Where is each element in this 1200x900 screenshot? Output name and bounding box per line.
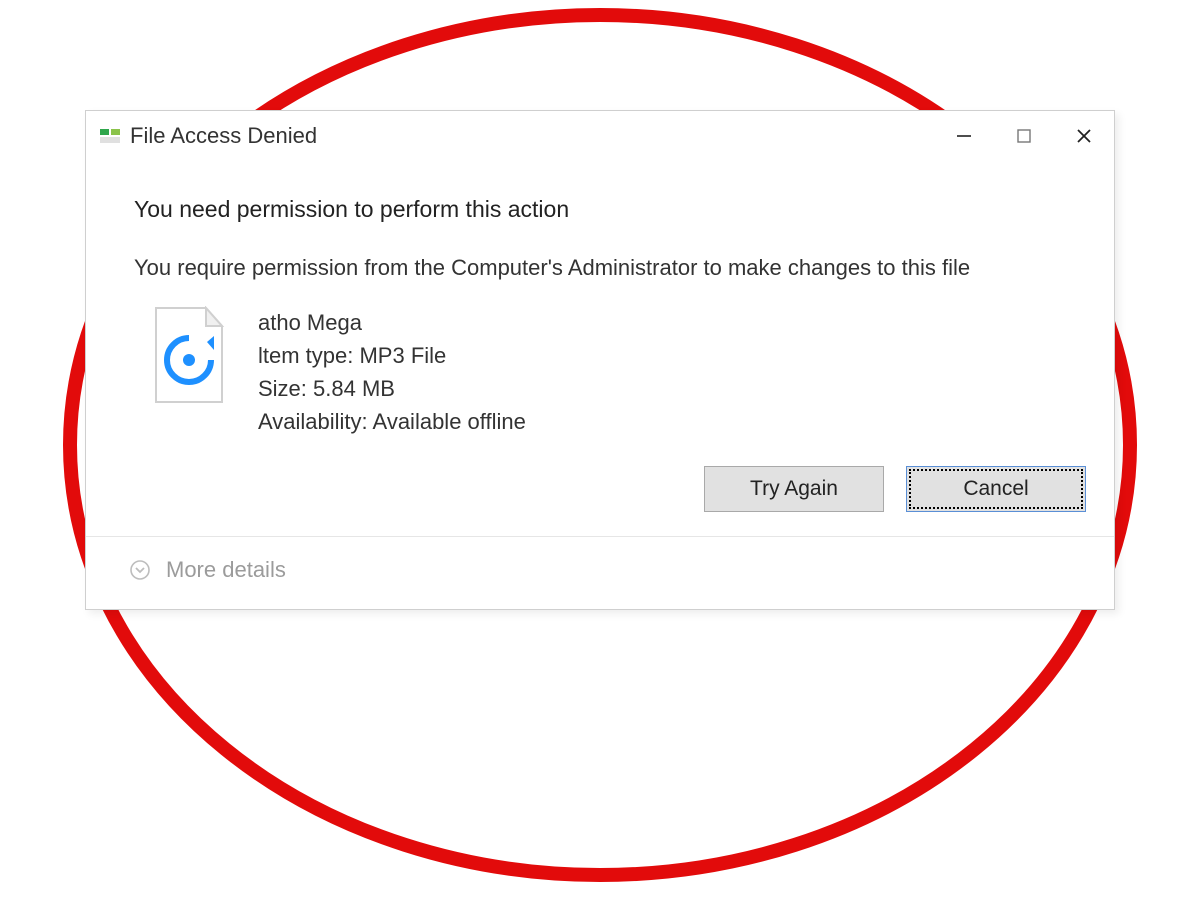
file-size: Size: 5.84 MB bbox=[258, 372, 526, 405]
window-title: File Access Denied bbox=[130, 123, 317, 149]
titlebar: File Access Denied bbox=[86, 111, 1114, 161]
file-icon bbox=[148, 306, 230, 406]
cancel-button[interactable]: Cancel bbox=[906, 466, 1086, 512]
file-metadata: atho Mega ltem type: MP3 File Size: 5.84… bbox=[258, 306, 526, 438]
headline-text: You need permission to perform this acti… bbox=[134, 193, 1074, 226]
maximize-button[interactable] bbox=[994, 113, 1054, 159]
file-row: atho Mega ltem type: MP3 File Size: 5.84… bbox=[148, 306, 1074, 438]
try-again-button[interactable]: Try Again bbox=[704, 466, 884, 512]
button-row: Try Again Cancel bbox=[86, 456, 1114, 536]
chevron-down-icon bbox=[128, 558, 152, 582]
explain-text: You require permission from the Computer… bbox=[134, 252, 1074, 284]
close-button[interactable] bbox=[1054, 113, 1114, 159]
minimize-button[interactable] bbox=[934, 113, 994, 159]
more-details-label: More details bbox=[166, 557, 286, 583]
file-name: atho Mega bbox=[258, 306, 526, 339]
app-icon bbox=[100, 126, 120, 146]
more-details-toggle[interactable]: More details bbox=[86, 536, 1114, 609]
file-access-denied-dialog: File Access Denied You need permission t… bbox=[85, 110, 1115, 610]
dialog-content: You need permission to perform this acti… bbox=[86, 161, 1114, 438]
file-type: ltem type: MP3 File bbox=[258, 339, 526, 372]
file-availability: Availability: Available offline bbox=[258, 405, 526, 438]
